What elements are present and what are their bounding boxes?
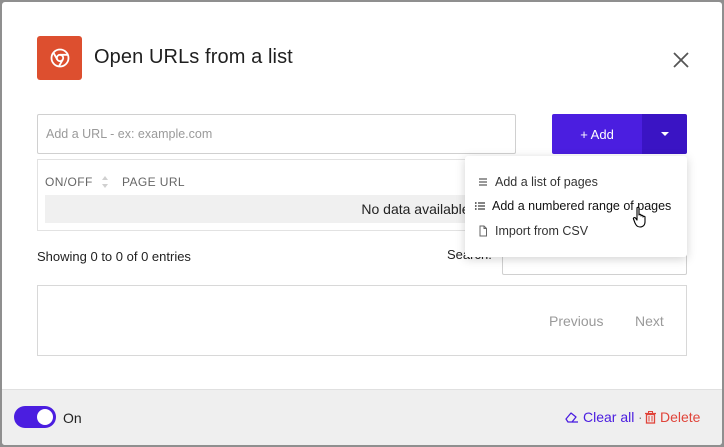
enable-toggle[interactable] <box>14 406 56 428</box>
url-input[interactable] <box>37 114 516 154</box>
hand-cursor-icon <box>632 206 646 228</box>
dialog-footer: On Clear all · Delete <box>2 389 722 445</box>
menu-item-label: Add a list of pages <box>495 175 598 189</box>
add-dropdown-toggle[interactable] <box>642 114 687 154</box>
toggle-knob <box>37 409 53 425</box>
clear-all-label: Clear all <box>583 409 635 425</box>
add-dropdown-menu: Add a list of pages Add a numbered range… <box>465 156 687 257</box>
menu-item-import-csv[interactable]: Import from CSV <box>477 224 588 238</box>
toggle-label: On <box>63 410 82 426</box>
delete-label: Delete <box>660 409 701 425</box>
entries-info: Showing 0 to 0 of 0 entries <box>37 249 191 264</box>
column-header-page-url[interactable]: PAGE URL <box>122 175 185 189</box>
previous-button[interactable]: Previous <box>549 313 603 329</box>
list-icon <box>477 176 489 188</box>
caret-down-icon <box>660 131 669 136</box>
file-icon <box>477 225 489 237</box>
sort-icon[interactable] <box>101 175 109 189</box>
close-icon[interactable] <box>672 51 690 69</box>
dialog: Open URLs from a list + Add ON/OFF PAGE … <box>2 2 722 445</box>
next-button[interactable]: Next <box>635 313 664 329</box>
add-button[interactable]: + Add <box>552 114 642 154</box>
dialog-title: Open URLs from a list <box>94 46 293 68</box>
menu-item-label: Import from CSV <box>495 224 589 238</box>
chrome-icon <box>37 36 82 80</box>
pagination: Previous Next <box>37 285 687 356</box>
column-header-onoff[interactable]: ON/OFF <box>45 175 93 189</box>
delete-button[interactable]: Delete <box>645 409 700 425</box>
numbered-list-icon <box>474 200 486 212</box>
eraser-icon <box>565 412 578 423</box>
clear-all-button[interactable]: Clear all <box>565 409 634 425</box>
menu-item-add-list[interactable]: Add a list of pages <box>477 175 598 189</box>
add-button-label: + Add <box>580 126 614 142</box>
separator: · <box>638 409 643 425</box>
trash-icon <box>645 410 656 424</box>
